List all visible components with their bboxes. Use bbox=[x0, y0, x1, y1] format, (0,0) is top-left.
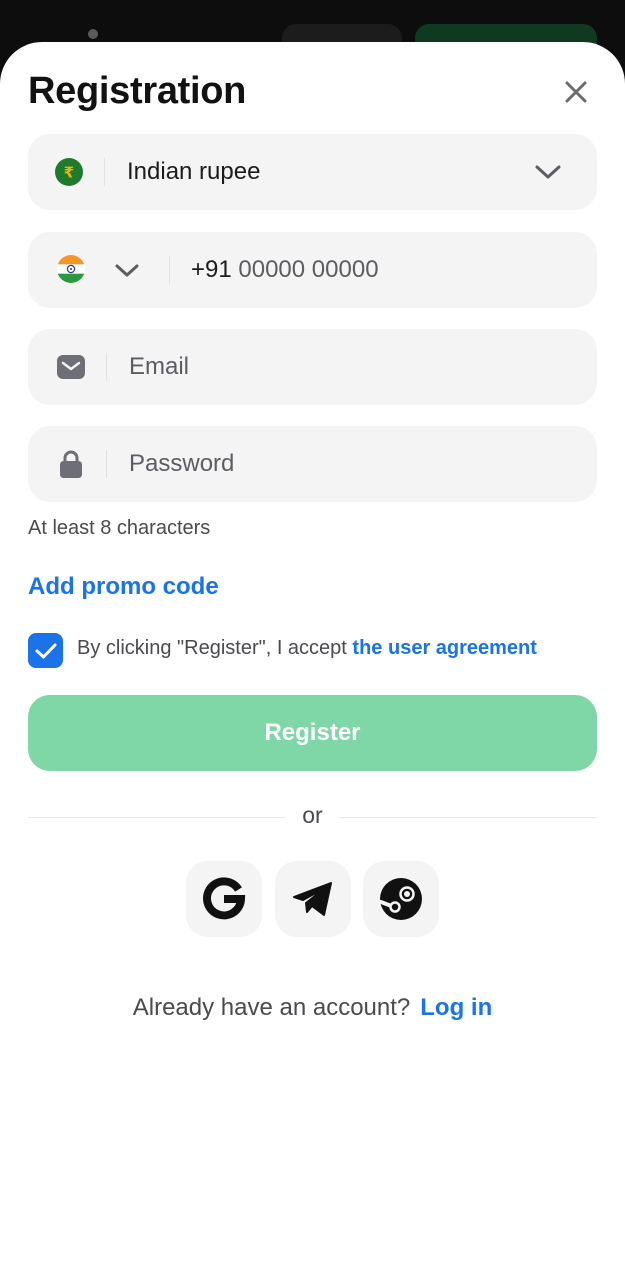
user-agreement-link[interactable]: the user agreement bbox=[352, 637, 537, 659]
currency-value: Indian rupee bbox=[127, 158, 261, 185]
google-icon bbox=[203, 877, 246, 920]
phone-placeholder: 00000 00000 bbox=[238, 256, 379, 283]
password-hint: At least 8 characters bbox=[28, 517, 211, 539]
field-divider bbox=[169, 256, 170, 284]
field-divider bbox=[104, 158, 105, 186]
agreement-text: By clicking "Register", I accept the use… bbox=[77, 637, 537, 660]
dialog-title: Registration bbox=[28, 70, 247, 112]
field-divider bbox=[106, 353, 107, 381]
login-question: Already have an account? bbox=[132, 994, 411, 1021]
field-divider bbox=[106, 450, 107, 478]
rupee-icon: ₹ bbox=[55, 158, 83, 186]
telegram-icon bbox=[293, 882, 332, 916]
email-placeholder: Email bbox=[129, 353, 190, 380]
rupee-symbol: ₹ bbox=[64, 164, 74, 182]
checkmark-icon bbox=[35, 643, 56, 658]
india-flag-icon[interactable] bbox=[56, 254, 86, 284]
chevron-down-icon bbox=[533, 160, 563, 184]
close-icon bbox=[565, 81, 587, 103]
separator-label: or bbox=[302, 802, 323, 828]
country-code: +91 bbox=[191, 256, 232, 283]
phone-field: +91 00000 00000 bbox=[28, 232, 597, 308]
phone-input[interactable]: +91 00000 00000 bbox=[191, 232, 379, 308]
close-button[interactable] bbox=[556, 72, 596, 112]
separator-line-right bbox=[339, 817, 597, 818]
separator-line-left bbox=[28, 817, 286, 818]
agreement-label: By clicking "Register", I accept bbox=[77, 637, 353, 659]
envelope-icon bbox=[57, 353, 85, 381]
background-dot bbox=[88, 29, 98, 39]
lock-icon bbox=[58, 448, 84, 480]
telegram-login-button[interactable] bbox=[275, 861, 351, 937]
register-button[interactable]: Register bbox=[28, 695, 597, 771]
steam-login-button[interactable] bbox=[363, 861, 439, 937]
steam-icon bbox=[379, 878, 422, 920]
password-placeholder: Password bbox=[129, 450, 235, 477]
password-field[interactable]: Password bbox=[28, 426, 597, 502]
registration-sheet: Registration ₹ Indian rupee +91 00000 00… bbox=[0, 42, 625, 1280]
currency-select[interactable]: ₹ Indian rupee bbox=[28, 134, 597, 210]
login-link[interactable]: Log in bbox=[420, 994, 492, 1021]
add-promo-code-link[interactable]: Add promo code bbox=[28, 573, 219, 601]
country-chevron-down-icon[interactable] bbox=[113, 260, 141, 280]
email-field[interactable]: Email bbox=[28, 329, 597, 405]
login-prompt: Already have an account? Log in bbox=[0, 994, 625, 1022]
google-login-button[interactable] bbox=[186, 861, 262, 937]
agreement-checkbox[interactable] bbox=[28, 633, 63, 668]
